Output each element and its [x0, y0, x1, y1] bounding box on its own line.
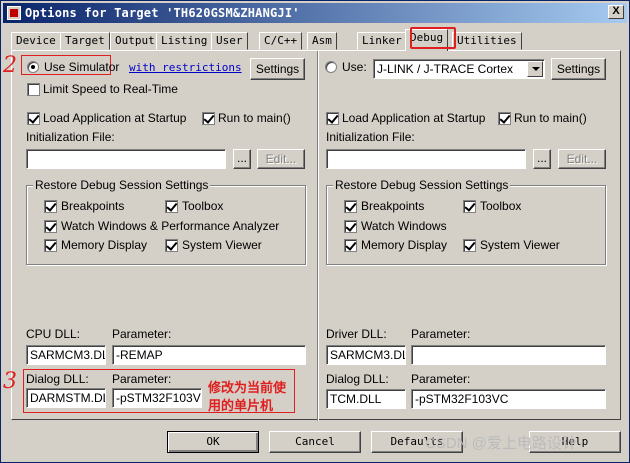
memory-display-checkbox[interactable]	[44, 239, 57, 252]
run-to-main-label: Run to main()	[218, 111, 291, 125]
right-init-file-edit-button: Edit...	[558, 149, 606, 169]
run-to-main-checkbox[interactable]	[202, 112, 215, 125]
watch-windows-label: Watch Windows & Performance Analyzer	[61, 219, 280, 233]
csdn-watermark: CSDN @爱上电路设计	[425, 435, 577, 452]
cancel-button[interactable]: Cancel	[269, 431, 361, 453]
tab-asm[interactable]: Asm	[307, 32, 337, 50]
dialog-param-input[interactable]: -pSTM32F103VC	[112, 388, 202, 408]
dialog-param-label: Parameter:	[112, 372, 172, 386]
driver-param-label: Parameter:	[411, 327, 471, 341]
title-bar: Options for Target 'TH620GSM&ZHANGJI' X	[3, 3, 627, 23]
dialog-dll-label: Dialog DLL:	[26, 372, 89, 386]
init-file-edit-button: Edit...	[257, 149, 305, 169]
right-breakpoints-checkbox[interactable]	[344, 200, 357, 213]
right-dialog-dll-label: Dialog DLL:	[326, 372, 389, 386]
right-system-viewer-label: System Viewer	[480, 238, 560, 252]
init-file-input[interactable]	[26, 149, 226, 169]
right-memory-display-checkbox[interactable]	[344, 239, 357, 252]
annotation-note-line2: 用的单片机	[208, 398, 274, 413]
tab-strip: Device Target Output Listing User C/C++ …	[11, 27, 621, 51]
window-title: Options for Target 'TH620GSM&ZHANGJI'	[25, 6, 300, 20]
tab-device[interactable]: Device	[11, 32, 61, 50]
breakpoints-label: Breakpoints	[61, 199, 125, 213]
simulator-settings-button[interactable]: Settings	[250, 58, 305, 80]
load-app-checkbox[interactable]	[27, 112, 40, 125]
right-breakpoints-label: Breakpoints	[361, 199, 425, 213]
right-dialog-param-input[interactable]: -pSTM32F103VC	[411, 389, 606, 409]
tab-user[interactable]: User	[211, 32, 248, 50]
tab-debug[interactable]: Debug	[405, 29, 449, 51]
ok-button[interactable]: OK	[167, 431, 259, 453]
tab-output[interactable]: Output	[110, 32, 160, 50]
restrictions-link[interactable]: with restrictions	[129, 61, 242, 74]
init-file-label: Initialization File:	[26, 130, 115, 144]
right-watch-windows-checkbox[interactable]	[344, 220, 357, 233]
load-app-label: Load Application at Startup	[43, 111, 187, 125]
right-restore-settings-group: Restore Debug Session Settings Breakpoin…	[326, 178, 606, 265]
right-watch-windows-label: Watch Windows	[361, 219, 447, 233]
right-run-to-main-label: Run to main()	[514, 111, 587, 125]
simulator-column: Use Simulator with restrictions Settings…	[12, 51, 316, 421]
right-restore-settings-title: Restore Debug Session Settings	[333, 178, 511, 192]
cpu-dll-input[interactable]: SARMCM3.DLL	[26, 345, 106, 365]
memory-display-label: Memory Display	[61, 238, 148, 252]
system-viewer-label: System Viewer	[182, 238, 262, 252]
chevron-down-icon[interactable]	[527, 61, 543, 77]
cpu-param-label: Parameter:	[112, 327, 172, 341]
app-icon	[7, 6, 21, 20]
restore-settings-title: Restore Debug Session Settings	[33, 178, 211, 192]
annotation-number-2: 2	[3, 53, 17, 78]
close-button[interactable]: X	[608, 5, 624, 19]
right-memory-display-label: Memory Display	[361, 238, 448, 252]
toolbox-label: Toolbox	[182, 199, 224, 213]
tab-utilities[interactable]: Utilities	[452, 32, 522, 50]
driver-select-value: J-LINK / J-TRACE Cortex	[377, 62, 514, 76]
right-dialog-dll-input[interactable]: TCM.DLL	[326, 389, 406, 409]
driver-settings-button[interactable]: Settings	[551, 58, 606, 80]
toolbox-checkbox[interactable]	[165, 200, 178, 213]
annotation-number-3: 3	[3, 369, 17, 394]
driver-dll-label: Driver DLL:	[326, 327, 387, 341]
debug-panel: Use Simulator with restrictions Settings…	[11, 50, 621, 421]
watch-windows-checkbox[interactable]	[44, 220, 57, 233]
use-driver-radio[interactable]	[325, 61, 337, 73]
right-system-viewer-checkbox[interactable]	[463, 239, 476, 252]
right-init-file-browse-button[interactable]: ...	[533, 149, 551, 169]
dialog-dll-input[interactable]: DARMSTM.DLL	[26, 388, 106, 408]
driver-dll-input[interactable]: SARMCM3.DLL	[326, 345, 406, 365]
right-toolbox-label: Toolbox	[480, 199, 522, 213]
restore-settings-group: Restore Debug Session Settings Breakpoin…	[26, 178, 306, 265]
right-load-app-label: Load Application at Startup	[342, 111, 486, 125]
right-init-file-input[interactable]	[326, 149, 526, 169]
use-label: Use:	[342, 60, 367, 74]
target-driver-column: Use: J-LINK / J-TRACE Cortex Settings Lo…	[317, 51, 621, 421]
right-toolbox-checkbox[interactable]	[463, 200, 476, 213]
right-init-file-label: Initialization File:	[326, 130, 415, 144]
cpu-dll-label: CPU DLL:	[26, 327, 81, 341]
driver-select[interactable]: J-LINK / J-TRACE Cortex	[373, 59, 545, 79]
tab-target[interactable]: Target	[60, 32, 110, 50]
system-viewer-checkbox[interactable]	[165, 239, 178, 252]
right-dialog-param-label: Parameter:	[411, 372, 471, 386]
cpu-param-input[interactable]: -REMAP	[112, 345, 306, 365]
breakpoints-checkbox[interactable]	[44, 200, 57, 213]
use-simulator-radio[interactable]	[27, 61, 39, 73]
tab-c-cpp[interactable]: C/C++	[259, 32, 303, 50]
use-simulator-label: Use Simulator	[44, 60, 120, 74]
annotation-note-line1: 修改为当前使	[208, 380, 287, 395]
tab-linker[interactable]: Linker	[357, 32, 407, 50]
tab-listing[interactable]: Listing	[156, 32, 213, 50]
right-run-to-main-checkbox[interactable]	[498, 112, 511, 125]
right-load-app-checkbox[interactable]	[326, 112, 339, 125]
limit-speed-label: Limit Speed to Real-Time	[43, 82, 178, 96]
options-dialog: Options for Target 'TH620GSM&ZHANGJI' X …	[0, 0, 630, 463]
init-file-browse-button[interactable]: ...	[233, 149, 251, 169]
limit-speed-checkbox[interactable]	[27, 83, 40, 96]
driver-param-input[interactable]	[411, 345, 606, 365]
